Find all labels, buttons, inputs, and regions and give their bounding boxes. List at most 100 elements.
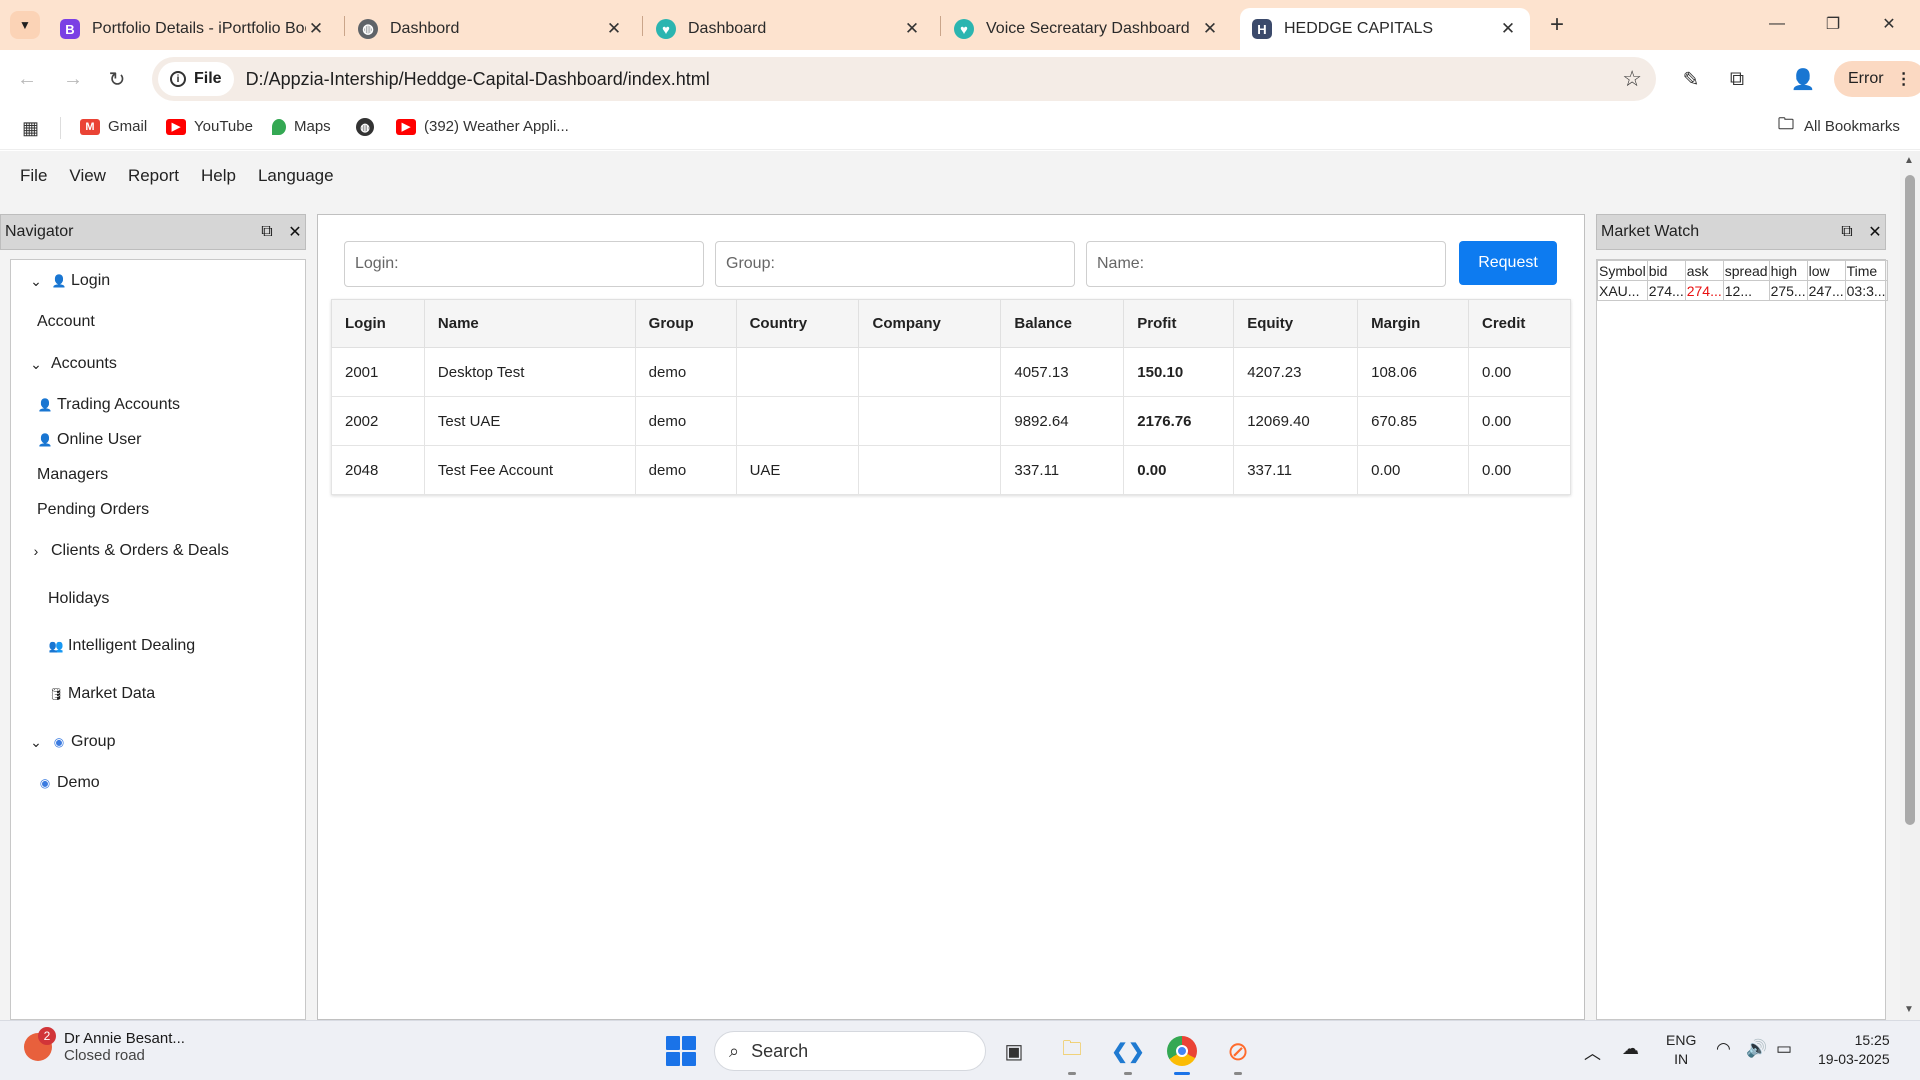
taskbar-search[interactable]: ⌕ Search [714,1031,986,1071]
column-header: low [1806,260,1846,281]
nav-item-trading-accounts[interactable]: 👤 Trading Accounts [37,396,181,414]
bookmark-globe[interactable]: ◍ [356,118,382,136]
column-header[interactable]: Balance [1000,299,1125,348]
weather-widget[interactable]: 2 Dr Annie Besant... Closed road [24,1027,185,1064]
request-button[interactable]: Request [1459,241,1557,285]
scrollbar-thumb[interactable] [1905,175,1915,825]
bookmark-gmail[interactable]: M Gmail [80,118,147,135]
table-row[interactable]: 2048 Test Fee Account demo UAE 337.11 0.… [331,445,1571,495]
all-bookmarks-button[interactable]: 🗀 All Bookmarks [1776,116,1900,135]
close-icon[interactable]: ✕ [1865,222,1885,242]
browser-tab[interactable]: ◍ Dashbord ✕ [346,8,636,50]
group-filter-input[interactable] [715,241,1075,287]
restore-button[interactable]: ❐ [1810,8,1856,40]
nav-item-demo[interactable]: ◉ Demo [37,774,100,792]
new-tab-button[interactable]: + [1542,10,1572,40]
nav-item-clients-orders-deals[interactable]: › Clients & Orders & Deals [27,542,229,560]
close-icon[interactable]: ✕ [902,19,922,39]
app-menubar: File View Report Help Language [0,151,1900,201]
menu-file[interactable]: File [20,166,47,186]
column-header[interactable]: Name [423,299,636,348]
nav-item-group[interactable]: ⌄ ◉ Group [27,733,115,751]
volume-icon[interactable]: 🔊 [1746,1039,1767,1059]
browser-tab[interactable]: ♥ Dashboard ✕ [644,8,934,50]
nav-item-online-user[interactable]: 👤 Online User [37,431,142,449]
menu-help[interactable]: Help [201,166,236,186]
column-header[interactable]: Country [735,299,860,348]
name-filter-input[interactable] [1086,241,1446,287]
nav-item-holidays[interactable]: Holidays [48,590,109,608]
bookmark-star-icon[interactable]: ☆ [1622,66,1642,92]
compass-app-icon[interactable]: ⊘ [1220,1033,1256,1075]
nav-item-accounts[interactable]: ⌄ Accounts [27,355,117,373]
file-explorer-icon[interactable]: 🗀 [1054,1033,1090,1075]
bookmark-maps[interactable]: Maps [272,118,331,135]
page-scrollbar[interactable]: ▲ ▼ [1900,151,1920,1020]
bookmark-weather[interactable]: ▶ (392) Weather Appli... [396,118,569,135]
nav-item-login[interactable]: ⌄ 👤 Login [27,272,110,290]
column-header[interactable]: Credit [1468,299,1571,348]
nav-item-pending-orders[interactable]: Pending Orders [37,501,149,519]
vscode-icon[interactable]: ❮❯ [1110,1033,1146,1075]
back-button[interactable]: ← [12,64,42,94]
nav-item-managers[interactable]: Managers [37,466,108,484]
close-icon[interactable]: ✕ [285,222,305,242]
nav-item-market-data[interactable]: 🛢 Market Data [48,685,155,703]
tab-search-button[interactable]: ▼ [10,11,40,39]
menu-report[interactable]: Report [128,166,179,186]
close-window-button[interactable]: ✕ [1866,8,1912,40]
column-header[interactable]: Login [331,299,425,348]
menu-language[interactable]: Language [258,166,334,186]
close-icon[interactable]: ✕ [1498,19,1518,39]
browser-tab[interactable]: B Portfolio Details - iPortfolio Bootstr… [48,8,338,50]
undock-icon[interactable]: ⧉ [257,222,277,242]
start-button[interactable] [666,1036,696,1066]
chevron-down-icon: ⌄ [30,733,42,750]
chevron-up-icon[interactable]: ︿ [1584,1039,1601,1064]
minimize-button[interactable]: — [1754,8,1800,40]
table-row[interactable]: 2002 Test UAE demo 9892.64 2176.76 12069… [331,396,1571,446]
running-indicator [1174,1072,1190,1075]
youtube-icon: ▶ [396,118,416,135]
profile-icon[interactable]: 👤 [1788,64,1818,94]
login-filter-input[interactable] [344,241,704,287]
error-button[interactable]: Error ⋮ [1834,61,1920,97]
forward-button[interactable]: → [58,64,88,94]
undock-icon[interactable]: ⧉ [1837,222,1857,242]
nav-item-intelligent-dealing[interactable]: 👥 Intelligent Dealing [48,637,196,655]
nav-item-account[interactable]: Account [37,313,95,331]
browser-tab-active[interactable]: H HEDDGE CAPITALS ✕ [1240,8,1530,50]
error-label: Error [1848,70,1884,87]
bookmark-youtube[interactable]: ▶ YouTube [166,118,253,135]
cell-credit: 0.00 [1468,445,1571,495]
extensions-icon[interactable]: ⧉ [1722,64,1752,94]
chrome-icon[interactable] [1164,1033,1200,1075]
menu-view[interactable]: View [69,166,106,186]
column-header[interactable]: Group [634,299,737,348]
table-row[interactable]: XAU... 274... 274... 12... 275... 247...… [1597,280,1888,301]
language-indicator[interactable]: ENG IN [1666,1031,1696,1069]
table-row[interactable]: 2001 Desktop Test demo 4057.13 150.10 42… [331,347,1571,397]
cell-company [858,347,1002,397]
wifi-icon[interactable]: ◠ [1716,1039,1731,1059]
close-icon[interactable]: ✕ [306,19,326,39]
apps-grid-icon[interactable]: ▦ [22,118,39,139]
column-header[interactable]: Equity [1233,299,1359,348]
battery-icon[interactable]: ▭ [1776,1039,1792,1059]
pen-icon[interactable]: ✎ [1676,64,1706,94]
cloud-sync-icon[interactable]: ☁ [1622,1039,1639,1059]
column-header[interactable]: Company [858,299,1002,348]
reload-button[interactable]: ↻ [102,64,132,94]
scroll-down-icon[interactable]: ▼ [1904,1004,1914,1015]
url-text[interactable]: D:/Appzia-Intership/Heddge-Capital-Dashb… [246,69,710,90]
column-header[interactable]: Profit [1123,299,1235,348]
browser-tab[interactable]: ♥ Voice Secreatary Dashboard ✕ [942,8,1232,50]
site-info-chip[interactable]: i File [158,62,234,96]
close-icon[interactable]: ✕ [604,19,624,39]
address-bar[interactable]: i File D:/Appzia-Intership/Heddge-Capita… [152,57,1656,101]
system-clock[interactable]: 15:25 19-03-2025 [1818,1031,1890,1069]
close-icon[interactable]: ✕ [1200,19,1220,39]
scroll-up-icon[interactable]: ▲ [1904,155,1914,166]
column-header[interactable]: Margin [1357,299,1470,348]
task-view-icon[interactable]: ▣ [996,1033,1032,1069]
